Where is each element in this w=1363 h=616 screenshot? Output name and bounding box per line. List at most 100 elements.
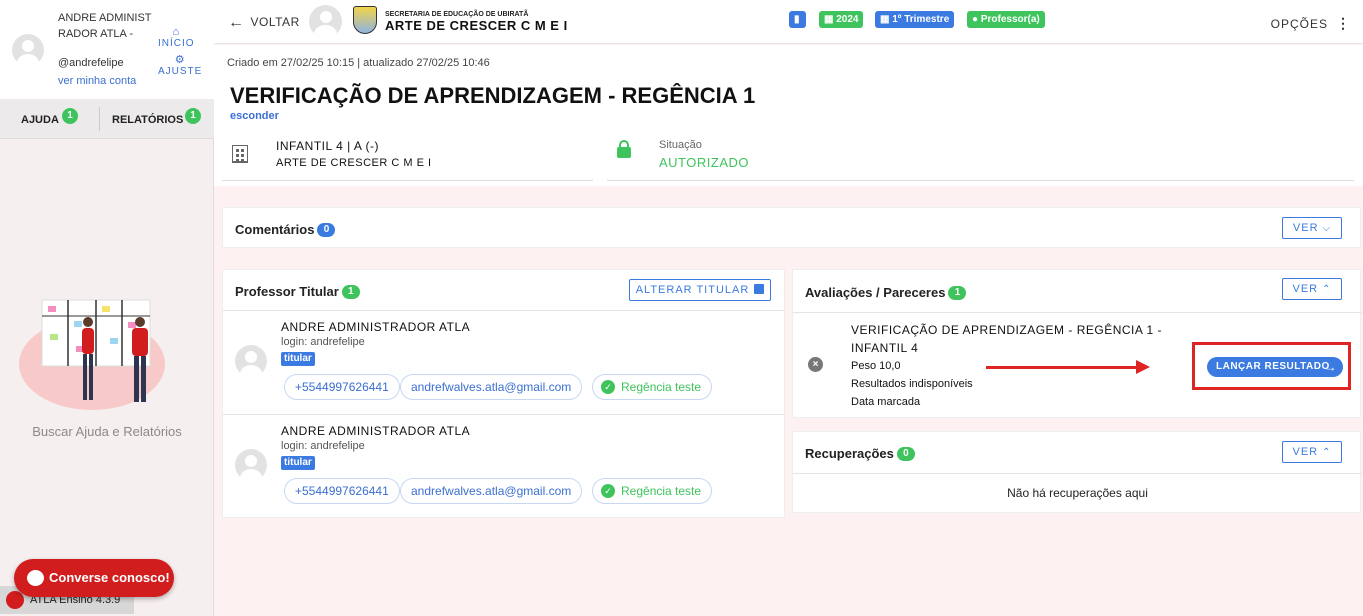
email-pill[interactable]: andrefwalves.atla@gmail.com [400, 374, 583, 400]
professor-name: ANDRE ADMINISTRADOR ATLA [281, 424, 471, 438]
evaluation-item: × VERIFICAÇÃO DE APRENDIZAGEM - REGÊNCIA… [793, 312, 1362, 418]
recoveries-empty-message: Não há recuperações aqui [793, 473, 1362, 513]
evaluations-count-badge: 1 [948, 286, 967, 300]
titular-tag: titular [281, 352, 315, 366]
chevron-up-icon: ⌃ [1322, 447, 1332, 458]
tab-ajuda-label: AJUDA [21, 114, 59, 126]
top-bar: ← VOLTAR SECRETARIA DE EDUCAÇÃO DE UBIRAT… [214, 0, 1363, 44]
hide-link[interactable]: esconder [230, 110, 279, 122]
subject-pill[interactable]: ✓ Regência teste [592, 478, 713, 504]
annotation-arrow [986, 360, 1150, 374]
my-account-link[interactable]: ver minha conta [58, 75, 136, 87]
comments-view-label: VER [1292, 222, 1319, 234]
professors-card: Professor Titular 1 ALTERAR TITULAR ANDRE… [222, 269, 785, 518]
comments-card: Comentários 0 VER ⌵ [222, 207, 1361, 248]
annotation-highlight-box: LANÇAR RESULTADO → [1192, 342, 1351, 390]
top-avatar[interactable] [309, 5, 342, 38]
sidebar: ANDRE ADMINISTRADOR ATLA - @andrefelipe … [0, 0, 214, 616]
email-pill[interactable]: andrefwalves.atla@gmail.com [400, 478, 583, 504]
calendar-icon: ▦ [824, 14, 834, 25]
term-chip[interactable]: ▦ 1º Trimestre [875, 11, 955, 28]
home-icon: ⌂ [172, 26, 181, 38]
launch-result-label: LANÇAR RESULTADO [1216, 361, 1330, 372]
back-button-label: VOLTAR [250, 15, 300, 29]
close-circle-icon[interactable]: × [808, 357, 823, 372]
tab-ajuda[interactable]: AJUDA [21, 99, 59, 139]
comments-view-button[interactable]: VER ⌵ [1282, 217, 1342, 239]
professors-count-badge: 1 [341, 285, 360, 299]
subject-pill-label: Regência teste [621, 380, 702, 394]
check-icon: ✓ [601, 380, 615, 394]
year-chip[interactable]: ▦ 2024 [819, 11, 864, 28]
launch-result-button[interactable]: LANÇAR RESULTADO → [1207, 357, 1343, 377]
recoveries-card: Recuperações 0 VER ⌃ Não há recuperações a… [792, 431, 1362, 513]
recoveries-count-badge: 0 [896, 447, 915, 461]
edit-icon [754, 284, 765, 294]
tab-relatorios[interactable]: RELATÓRIOS [112, 99, 183, 139]
professors-title-label: Professor Titular [235, 284, 339, 299]
secretariat-name: SECRETARIA DE EDUCAÇÃO DE UBIRATÃ [385, 11, 529, 18]
evaluations-view-button[interactable]: VER ⌃ [1282, 278, 1342, 300]
lock-icon [617, 140, 631, 158]
status-info: Situação AUTORIZADO [607, 131, 1354, 181]
arrow-left-icon: ← [228, 14, 245, 31]
options-label: OPÇÕES [1270, 17, 1328, 31]
evaluation-title: VERIFICAÇÃO DE APRENDIZAGEM - REGÊNCIA 1… [851, 323, 1163, 355]
record-meta: Criado em 27/02/25 10:15 | atualizado 27… [227, 57, 490, 69]
change-titular-button[interactable]: ALTERAR TITULAR [629, 279, 771, 301]
change-titular-label: ALTERAR TITULAR [635, 284, 750, 296]
phone-pill[interactable]: +5544997626441 [284, 374, 400, 400]
tab-divider [99, 107, 100, 131]
professor-avatar [235, 345, 267, 377]
evaluations-title-label: Avaliações / Pareceres [805, 285, 946, 300]
back-button[interactable]: ← VOLTAR [228, 14, 300, 32]
settings-link-label: AJUSTE [158, 66, 203, 77]
options-menu[interactable]: OPÇÕES ⋮ [1271, 15, 1351, 32]
professor-avatar [235, 449, 267, 481]
chat-button[interactable]: Converse conosco! [14, 559, 174, 597]
evaluation-results: Resultados indisponíveis [851, 378, 973, 390]
check-circle-icon: ● [972, 14, 979, 25]
chat-button-label: Converse conosco! [49, 570, 170, 585]
recoveries-title-label: Recuperações [805, 446, 894, 461]
school-crest-icon [353, 6, 377, 34]
professor-login: login: andrefelipe [281, 440, 365, 452]
recoveries-view-button[interactable]: VER ⌃ [1282, 441, 1342, 463]
user-login: @andrefelipe [58, 57, 124, 69]
evaluations-view-label: VER [1292, 283, 1319, 295]
chevron-down-icon: ⌵ [1322, 223, 1332, 234]
comments-title: Comentários 0 [235, 222, 336, 237]
phone-pill[interactable]: +5544997626441 [284, 478, 400, 504]
subject-pill[interactable]: ✓ Regência teste [592, 374, 713, 400]
recoveries-view-label: VER [1292, 446, 1319, 458]
professor-login: login: andrefelipe [281, 336, 365, 348]
chevron-up-icon: ⌃ [1322, 284, 1332, 295]
chat-bubble-icon [27, 570, 44, 586]
user-panel: ANDRE ADMINISTRADOR ATLA - @andrefelipe … [0, 0, 214, 99]
evaluations-card: Avaliações / Pareceres 1 VER ⌃ × VERIFICAÇ… [792, 269, 1362, 418]
role-chip-label: Professor(a) [980, 14, 1040, 25]
tab-relatorios-label: RELATÓRIOS [112, 114, 184, 126]
class-school: ARTE DE CRESCER C M E I [276, 157, 432, 169]
subject-pill-label: Regência teste [621, 484, 702, 498]
settings-link[interactable]: ⚙ AJUSTE [158, 54, 202, 77]
user-avatar[interactable] [12, 34, 44, 66]
professor-row: ANDRE ADMINISTRADOR ATLA login: andrefel… [223, 310, 785, 414]
professor-row: ANDRE ADMINISTRADOR ATLA login: andrefel… [223, 414, 785, 518]
school-name: ARTE DE CRESCER C M E I [385, 18, 568, 33]
status-label: Situação [659, 139, 702, 151]
evaluations-title: Avaliações / Pareceres 1 [805, 285, 967, 300]
help-caption: Buscar Ajuda e Relatórios [32, 424, 182, 439]
calendar-icon: ▦ [880, 14, 890, 25]
chart-chip[interactable]: ▮ [789, 11, 806, 28]
comments-title-label: Comentários [235, 222, 315, 237]
check-icon: ✓ [601, 484, 615, 498]
home-link[interactable]: ⌂ INÍCIO [158, 26, 195, 49]
page-title: VERIFICAÇÃO DE APRENDIZAGEM - REGÊNCIA 1 [230, 83, 756, 108]
year-chip-label: 2024 [836, 14, 859, 25]
role-chip[interactable]: ● Professor(a) [967, 11, 1045, 28]
professors-title: Professor Titular 1 [235, 284, 360, 299]
titular-tag: titular [281, 456, 315, 470]
term-chip-label: 1º Trimestre [892, 14, 950, 25]
page-header: Criado em 27/02/25 10:15 | atualizado 27… [214, 45, 1363, 186]
